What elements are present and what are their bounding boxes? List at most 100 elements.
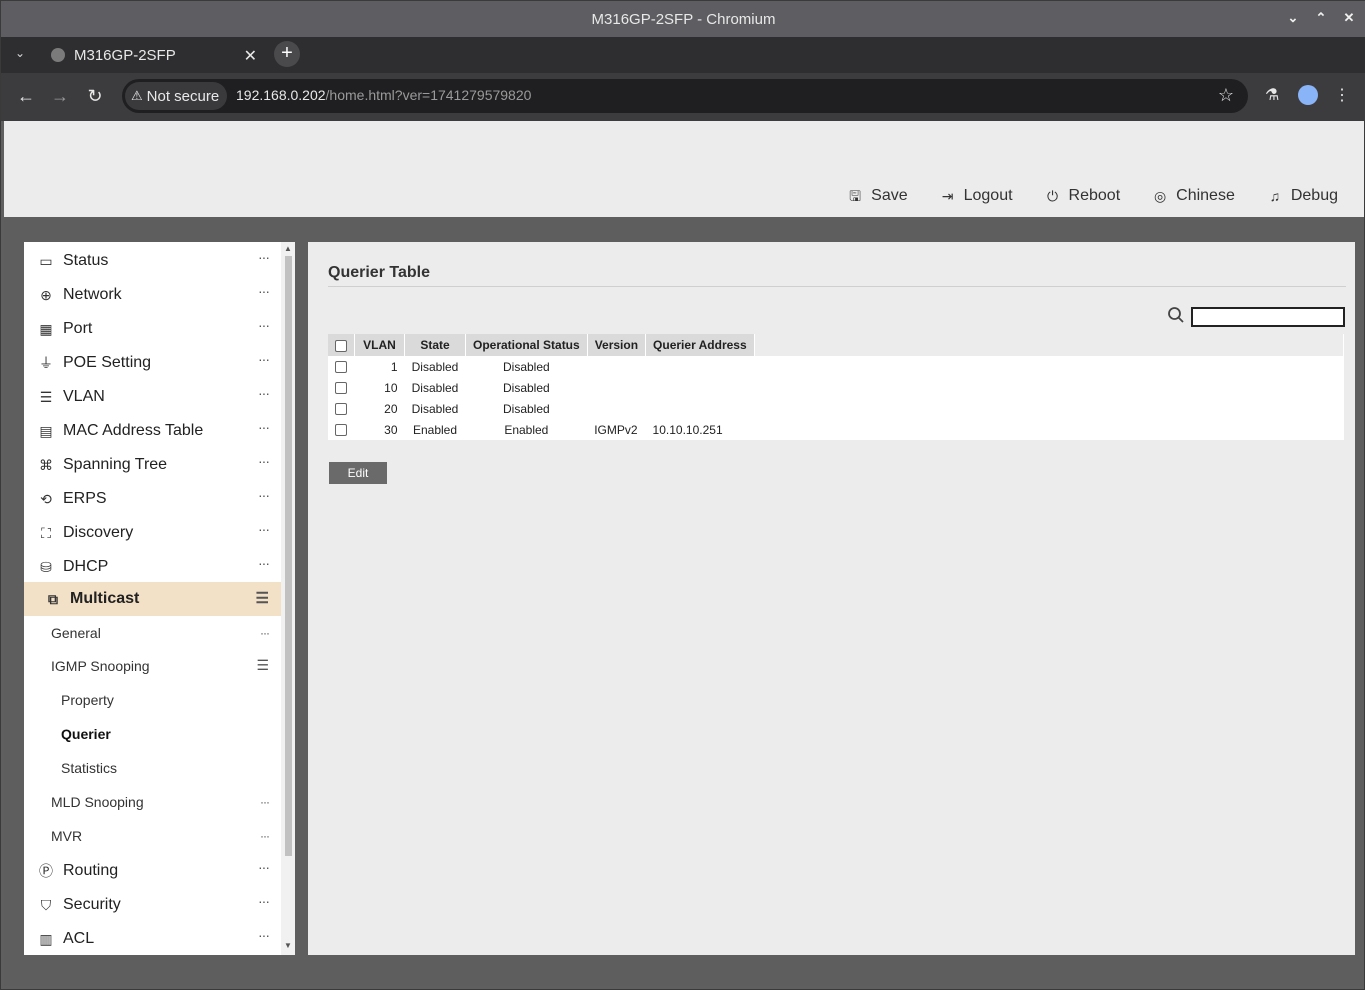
collapse-menu-icon[interactable]: ☰ [256, 657, 269, 674]
table-row[interactable]: 10 Disabled Disabled [328, 377, 1344, 398]
row-checkbox[interactable] [335, 403, 347, 416]
new-tab-button[interactable]: + [274, 41, 300, 67]
search-icon[interactable] [1167, 306, 1185, 324]
document-search-icon: ▤ [39, 423, 53, 439]
sidebar-item-security[interactable]: ⛉ Security ··· [24, 888, 281, 922]
tab-title: M316GP-2SFP [74, 46, 176, 64]
sidebar-item-spanning-tree[interactable]: ⌘ Spanning Tree ··· [24, 448, 281, 482]
cell-op-status: Enabled [504, 422, 549, 437]
chinese-button[interactable]: ◎ Chinese [1152, 187, 1235, 205]
back-icon[interactable]: ← [15, 85, 37, 107]
sidebar-sub-label: Property [61, 692, 114, 708]
forward-icon[interactable]: → [49, 85, 71, 107]
sidebar-item-routing[interactable]: Ⓟ Routing ··· [24, 854, 281, 888]
url-text[interactable]: 192.168.0.202/home.html?ver=174127957982… [236, 87, 531, 103]
sidebar-scrollbar[interactable]: ▲ ▼ [281, 242, 295, 955]
collapse-menu-icon[interactable]: ☰ [256, 589, 269, 607]
tab-close-icon[interactable]: ✕ [244, 46, 257, 66]
sidebar-item-vlan[interactable]: ☰ VLAN ··· [24, 380, 281, 414]
security-chip[interactable]: ⚠ Not secure [125, 82, 228, 110]
sidebar: ▭ Status ··· ⊕ Network ··· ▦ Port ··· ⏚ … [24, 242, 295, 955]
expand-dots-icon[interactable]: ··· [258, 453, 270, 469]
sidebar-item-mac-address-table[interactable]: ▤ MAC Address Table ··· [24, 414, 281, 448]
sidebar-item-network[interactable]: ⊕ Network ··· [24, 278, 281, 312]
expand-dots-icon[interactable]: ··· [258, 385, 270, 401]
sidebar-sub-igmp-snooping[interactable]: IGMP Snooping ☰ [24, 649, 281, 683]
expand-dots-icon[interactable]: ··· [258, 487, 270, 503]
row-checkbox[interactable] [335, 382, 347, 395]
labs-flask-icon[interactable]: ⚗ [1265, 85, 1279, 105]
sidebar-item-erps[interactable]: ⟲ ERPS ··· [24, 482, 281, 516]
debug-button[interactable]: ♫ Debug [1267, 187, 1338, 205]
sidebar-item-acl[interactable]: ▥ ACL ··· [24, 922, 281, 955]
expand-dots-icon[interactable]: ··· [258, 283, 270, 299]
minimize-icon[interactable]: ⌄ [1286, 10, 1300, 26]
expand-dots-icon[interactable]: ··· [258, 555, 270, 571]
expand-dots-icon[interactable]: ··· [260, 626, 270, 640]
expand-dots-icon[interactable]: ··· [258, 419, 270, 435]
url-path: /home.html?ver=1741279579820 [325, 87, 532, 103]
cell-vlan: 1 [390, 359, 398, 374]
sidebar-item-label: Multicast [70, 590, 140, 607]
sidebar-item-discovery[interactable]: ⛶ Discovery ··· [24, 516, 281, 550]
select-all-checkbox[interactable] [335, 339, 347, 352]
scroll-down-icon[interactable]: ▼ [284, 942, 292, 950]
table-row[interactable]: 1 Disabled Disabled [328, 356, 1344, 377]
search-input[interactable] [1191, 307, 1345, 327]
expand-dots-icon[interactable]: ··· [258, 317, 270, 333]
edit-button[interactable]: Edit [329, 462, 387, 484]
reboot-button[interactable]: ⏻ Reboot [1045, 187, 1120, 205]
sidebar-sub-querier[interactable]: Querier [24, 717, 281, 751]
col-querier-address[interactable]: Querier Address [645, 334, 755, 356]
sidebar-item-status[interactable]: ▭ Status ··· [24, 244, 281, 278]
sidebar-sub-mvr[interactable]: MVR ··· [24, 819, 281, 853]
sidebar-sub-mld-snooping[interactable]: MLD Snooping ··· [24, 785, 281, 819]
acl-icon: ▥ [39, 931, 53, 947]
maximize-icon[interactable]: ⌃ [1314, 10, 1328, 26]
profile-avatar-icon[interactable] [1298, 85, 1318, 105]
expand-dots-icon[interactable]: ··· [258, 927, 270, 943]
sidebar-item-multicast[interactable]: ⧉ Multicast ☰ [24, 582, 281, 616]
scroll-up-icon[interactable]: ▲ [284, 245, 292, 253]
col-vlan[interactable]: VLAN [354, 334, 405, 356]
sidebar-item-label: Security [63, 896, 121, 913]
scroll-thumb[interactable] [285, 256, 292, 856]
sidebar-item-poe-setting[interactable]: ⏚ POE Setting ··· [24, 346, 281, 380]
col-state[interactable]: State [404, 334, 466, 356]
expand-dots-icon[interactable]: ··· [258, 249, 270, 265]
table-row[interactable]: 20 Disabled Disabled [328, 398, 1344, 419]
sidebar-sub-statistics[interactable]: Statistics [24, 751, 281, 785]
save-button[interactable]: 🖫 Save [847, 187, 907, 205]
expand-dots-icon[interactable]: ··· [260, 829, 270, 843]
sidebar-sub-general[interactable]: General ··· [24, 616, 281, 650]
address-bar[interactable]: ⚠ Not secure 192.168.0.202/home.html?ver… [122, 79, 1248, 113]
col-version[interactable]: Version [587, 334, 647, 356]
table-row[interactable]: 30 Enabled Enabled IGMPv2 10.10.10.251 [328, 419, 1344, 440]
security-label: Not secure [146, 87, 220, 105]
reload-icon[interactable]: ↻ [84, 85, 106, 107]
ip-icon: Ⓟ [39, 863, 53, 879]
sidebar-item-port[interactable]: ▦ Port ··· [24, 312, 281, 346]
sidebar-item-dhcp[interactable]: ⛁ DHCP ··· [24, 550, 281, 584]
table-header-row: VLAN State Operational Status Version Qu… [328, 334, 1345, 356]
warning-icon: ⚠ [131, 88, 143, 103]
querier-table: VLAN State Operational Status Version Qu… [328, 334, 1345, 440]
expand-dots-icon[interactable]: ··· [258, 859, 270, 875]
globe-icon: ⊕ [40, 287, 52, 303]
tab-search-icon[interactable]: ⌄ [15, 46, 31, 62]
expand-dots-icon[interactable]: ··· [260, 795, 270, 809]
close-window-icon[interactable]: ✕ [1342, 10, 1356, 26]
row-checkbox[interactable] [335, 424, 347, 437]
expand-dots-icon[interactable]: ··· [258, 893, 270, 909]
tab-active[interactable]: M316GP-2SFP ✕ [39, 39, 267, 71]
menu-kebab-icon[interactable]: ⋮ [1334, 85, 1350, 105]
expand-dots-icon[interactable]: ··· [258, 521, 270, 537]
cell-querier: 10.10.10.251 [652, 422, 723, 437]
col-operational-status[interactable]: Operational Status [465, 334, 588, 356]
sidebar-sub-property[interactable]: Property [24, 683, 281, 717]
power-icon: ⏻ [1047, 188, 1059, 204]
expand-dots-icon[interactable]: ··· [258, 351, 270, 367]
bookmark-star-icon[interactable]: ☆ [1218, 85, 1234, 106]
logout-button[interactable]: ⇥ Logout [940, 187, 1013, 205]
row-checkbox[interactable] [335, 361, 347, 374]
